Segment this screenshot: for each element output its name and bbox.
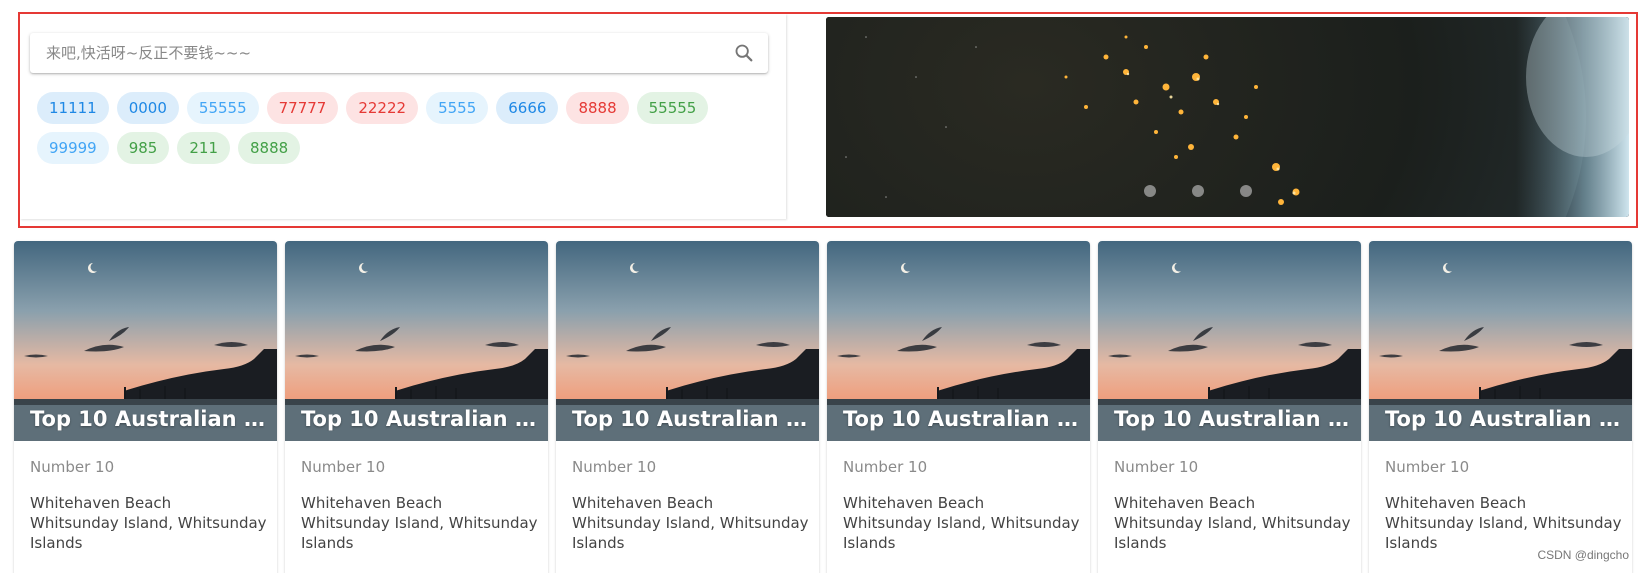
card-body-line: Whitsunday Island, Whitsunday [1385,514,1622,532]
card-body-line: Whitehaven Beach [30,494,172,512]
card-image: Top 10 Australian beaches [14,241,277,441]
tag-chip[interactable]: 55555 [186,92,259,124]
card-body: Whitehaven Beach Whitsunday Island, Whit… [827,477,1090,553]
card-body-line: Whitehaven Beach [1385,494,1527,512]
card-body-line: Islands [30,534,83,552]
carousel-indicators [1144,185,1252,197]
tag-chip[interactable]: 11111 [37,92,109,124]
card-body-line: Whitehaven Beach [843,494,985,512]
card-subtitle: Number 10 [1385,458,1470,476]
card-body: Whitehaven Beach Whitsunday Island, Whit… [14,477,277,553]
card-body-line: Islands [1114,534,1167,552]
search-panel: 1111100005555577777222225555666688885555… [20,14,786,219]
beach-card[interactable]: Top 10 Australian beaches Number 10 Whit… [556,241,819,573]
card-body-line: Islands [572,534,625,552]
carousel-dot[interactable] [1192,185,1204,197]
card-title: Top 10 Australian beaches [572,407,807,431]
tag-chip[interactable]: 985 [116,132,170,164]
tag-list: 11111 0000 55555 77777 22222 5555 6666 8888 5555… [37,92,772,164]
tag-chip[interactable]: 55555 [636,92,709,124]
search-icon[interactable] [720,33,768,73]
tag-chip[interactable]: 6666 [496,92,559,124]
tag-chip[interactable]: 77777 [266,92,339,124]
tag-chip[interactable]: 8888 [566,92,629,124]
tag-chip[interactable]: 99999 [37,132,109,164]
beach-card[interactable]: Top 10 Australian beaches Number 10 Whit… [1098,241,1361,573]
tag-chip[interactable]: 0000 [116,92,179,124]
card-image: Top 10 Australian beaches [556,241,819,441]
card-body-line: Whitsunday Island, Whitsunday [843,514,1080,532]
card-body: Whitehaven Beach Whitsunday Island, Whit… [1369,477,1632,553]
card-image: Top 10 Australian beaches [1369,241,1632,441]
card-subtitle: Number 10 [572,458,657,476]
card-body-line: Whitehaven Beach [301,494,443,512]
card-body: Whitehaven Beach Whitsunday Island, Whit… [1098,477,1361,553]
card-body: Whitehaven Beach Whitsunday Island, Whit… [285,477,548,553]
card-subtitle: Number 10 [30,458,115,476]
card-title: Top 10 Australian beaches [30,407,265,431]
carousel-dot[interactable] [1240,185,1252,197]
card-body: Whitehaven Beach Whitsunday Island, Whit… [556,477,819,553]
beach-card[interactable]: Top 10 Australian beaches Number 10 Whit… [827,241,1090,573]
card-subtitle: Number 10 [301,458,386,476]
card-image: Top 10 Australian beaches [285,241,548,441]
card-body-line: Whitehaven Beach [572,494,714,512]
card-title: Top 10 Australian beaches [843,407,1078,431]
image-carousel[interactable] [826,17,1629,217]
card-body-line: Whitsunday Island, Whitsunday [30,514,267,532]
card-body-line: Whitsunday Island, Whitsunday [572,514,809,532]
tag-chip[interactable]: 8888 [238,132,301,164]
tag-chip[interactable]: 5555 [426,92,489,124]
watermark: CSDN @dingcho [1534,547,1632,563]
card-body-line: Islands [843,534,896,552]
card-image: Top 10 Australian beaches [1098,241,1361,441]
beach-card[interactable]: Top 10 Australian beaches Number 10 Whit… [1369,241,1632,573]
card-grid: Top 10 Australian beaches Number 10 Whit… [14,241,1632,573]
tag-chip[interactable]: 211 [177,132,230,164]
search-box[interactable] [30,33,768,73]
search-input[interactable] [30,33,720,73]
card-subtitle: Number 10 [843,458,928,476]
carousel-dot[interactable] [1144,185,1156,197]
tag-chip[interactable]: 22222 [346,92,419,124]
beach-card[interactable]: Top 10 Australian beaches Number 10 Whit… [285,241,548,573]
card-body-line: Whitsunday Island, Whitsunday [1114,514,1351,532]
beach-card[interactable]: Top 10 Australian beaches Number 10 Whit… [14,241,277,573]
card-body-line: Islands [301,534,354,552]
card-body-line: Whitehaven Beach [1114,494,1256,512]
card-title: Top 10 Australian beaches [1385,407,1620,431]
card-subtitle: Number 10 [1114,458,1199,476]
card-body-line: Whitsunday Island, Whitsunday [301,514,538,532]
card-title: Top 10 Australian beaches [1114,407,1349,431]
card-image: Top 10 Australian beaches [827,241,1090,441]
card-title: Top 10 Australian beaches [301,407,536,431]
